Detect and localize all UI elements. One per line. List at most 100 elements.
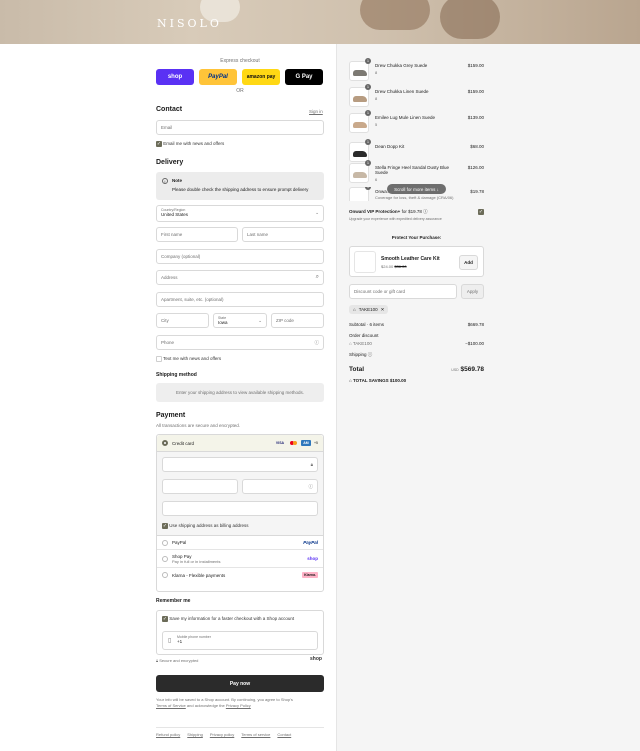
phone-field[interactable]: Phone ⓘ bbox=[156, 335, 324, 350]
privacy-policy-link[interactable]: Privacy policy bbox=[210, 732, 234, 737]
remember-me-box: ✓ Save my information for a faster check… bbox=[156, 610, 324, 655]
cart-item: 1 Drew Chukka Linen Suede 8 $159.00 bbox=[349, 84, 484, 107]
terms-link[interactable]: Terms of Service bbox=[156, 703, 186, 708]
protection-price: for $19.78 bbox=[401, 209, 422, 214]
paypal-radio[interactable] bbox=[162, 539, 168, 546]
paypal-option[interactable]: PayPal PayPal bbox=[157, 536, 323, 550]
last-name-field[interactable]: Last name bbox=[242, 227, 324, 242]
delivery-note: i Note Please double check the shipping … bbox=[156, 172, 324, 200]
quantity-badge: 1 bbox=[365, 160, 371, 166]
product-price: $159.00 bbox=[467, 89, 484, 94]
news-checkbox-row[interactable]: ✓ Email me with news and offers bbox=[156, 141, 224, 147]
privacy-link[interactable]: Privacy Policy bbox=[226, 703, 251, 708]
mobile-phone-field[interactable]: ▯ Mobile phone number +1 bbox=[162, 631, 318, 650]
upsell-add-button[interactable]: Add bbox=[459, 255, 478, 270]
hero-banner: NISOLO bbox=[0, 0, 640, 44]
help-icon[interactable]: ⓘ bbox=[309, 484, 314, 490]
mastercard-icon bbox=[288, 440, 298, 446]
text-checkbox[interactable] bbox=[156, 356, 162, 362]
credit-card-option[interactable]: Credit card VISA AM +5 bbox=[157, 435, 323, 452]
google-pay-button[interactable]: G Pay bbox=[285, 69, 323, 85]
billing-checkbox[interactable]: ✓ bbox=[162, 523, 168, 529]
shop-pay-radio[interactable] bbox=[162, 555, 168, 562]
note-title: Note bbox=[172, 178, 182, 183]
info-icon[interactable]: ⓘ bbox=[423, 209, 428, 214]
text-checkbox-row[interactable]: Text me with news and offers bbox=[156, 356, 221, 362]
discount-code-field[interactable]: Discount code or gift card bbox=[349, 284, 457, 299]
card-number-field[interactable]: 🔒︎ bbox=[162, 457, 318, 472]
credit-card-radio[interactable] bbox=[162, 440, 168, 446]
klarna-logo: Klarna. bbox=[302, 572, 318, 578]
address-field[interactable]: Address ⌕ bbox=[156, 270, 324, 285]
product-image bbox=[353, 151, 367, 157]
tag-icon: ⌂ bbox=[353, 307, 356, 312]
paypal-button[interactable]: PayPal bbox=[199, 69, 237, 85]
order-discount-row: Order discount bbox=[349, 333, 379, 338]
klarna-label: Klarna - Flexible payments bbox=[172, 572, 226, 578]
product-image-placeholder bbox=[354, 251, 376, 273]
email-field[interactable]: Email bbox=[156, 120, 324, 135]
scroll-more-pill[interactable]: Scroll for more items ↓ bbox=[387, 184, 446, 194]
credit-card-form: 🔒︎ ⓘ ✓ Use shipping address as billing a… bbox=[157, 452, 323, 536]
save-info-checkbox[interactable]: ✓ bbox=[162, 616, 168, 622]
protection-checkbox[interactable]: ✓ bbox=[478, 209, 484, 215]
contact-link[interactable]: Contact bbox=[277, 732, 291, 737]
paypal-logo: PayPal bbox=[303, 540, 318, 545]
payment-heading: Payment bbox=[156, 412, 186, 419]
save-info-checkbox-row[interactable]: ✓ Save my information for a faster check… bbox=[162, 616, 294, 622]
help-icon[interactable]: ⓘ bbox=[368, 352, 373, 357]
shop-pay-option[interactable]: Shop Pay Pay in full or in installments … bbox=[157, 550, 323, 568]
close-icon[interactable]: ✕ bbox=[381, 307, 385, 313]
remember-me-heading: Remember me bbox=[156, 598, 191, 604]
refund-policy-link[interactable]: Refund policy bbox=[156, 732, 180, 737]
terms-of-service-link[interactable]: Terms of service bbox=[241, 732, 270, 737]
city-field[interactable]: City bbox=[156, 313, 209, 328]
shipping-method-placeholder: Enter your shipping address to view avai… bbox=[156, 383, 324, 402]
upsell-card: Smooth Leather Care Kit $24.00 $36.00 Ad… bbox=[349, 246, 484, 277]
product-variant: 8 bbox=[375, 96, 378, 101]
shop-logo: shop bbox=[307, 556, 318, 561]
info-icon: i bbox=[162, 178, 168, 184]
payment-subtitle: All transactions are secure and encrypte… bbox=[156, 423, 241, 428]
shop-pay-button[interactable]: shop bbox=[156, 69, 194, 85]
klarna-option[interactable]: Klarna - Flexible payments Klarna. bbox=[157, 568, 323, 582]
product-variant: 8 bbox=[375, 70, 378, 75]
expiration-date-field[interactable] bbox=[162, 479, 238, 494]
product-thumbnail bbox=[349, 113, 369, 133]
cart-item: 1 Emilee Lug Mule Linen Suede 5 $139.00 bbox=[349, 110, 484, 133]
state-select[interactable]: State Iowa ⌄ bbox=[213, 313, 267, 328]
protection-description: Upgrade your experience with expedited d… bbox=[349, 217, 442, 221]
footer-links: Refund policy Shipping Privacy policy Te… bbox=[156, 727, 324, 737]
chevron-down-icon: ⌄ bbox=[258, 318, 262, 323]
product-image bbox=[353, 70, 367, 76]
product-name: Dean Dopp Kit bbox=[375, 144, 405, 149]
zip-field[interactable]: ZIP code bbox=[271, 313, 324, 328]
sign-in-link[interactable]: Sign in bbox=[309, 109, 323, 114]
amex-icon: AM bbox=[301, 440, 311, 446]
help-icon[interactable]: ⓘ bbox=[315, 340, 320, 346]
product-price: $139.00 bbox=[467, 115, 484, 120]
pay-now-button[interactable]: Pay now bbox=[156, 675, 324, 692]
product-variant: 5 bbox=[375, 122, 378, 127]
express-checkout: Express checkout shop PayPal amazon pay … bbox=[156, 58, 324, 94]
subtotal-row: Subtotal · 6 items $669.78 bbox=[349, 322, 484, 327]
news-checkbox[interactable]: ✓ bbox=[156, 141, 162, 147]
amazon-pay-button[interactable]: amazon pay bbox=[242, 69, 280, 85]
or-divider: OR bbox=[236, 88, 244, 94]
protection-title: Onward VIP Protection+ bbox=[349, 209, 401, 214]
shipping-link[interactable]: Shipping bbox=[187, 732, 203, 737]
klarna-radio[interactable] bbox=[162, 572, 168, 578]
apartment-field[interactable]: Apartment, suite, etc. (optional) bbox=[156, 292, 324, 307]
country-select[interactable]: Country/Region United States ⌄ bbox=[156, 205, 324, 222]
first-name-field[interactable]: First name bbox=[156, 227, 238, 242]
credit-card-label: Credit card bbox=[172, 440, 195, 446]
name-on-card-field[interactable] bbox=[162, 501, 318, 516]
contact-heading: Contact bbox=[156, 106, 183, 113]
apply-button[interactable]: Apply bbox=[461, 284, 484, 299]
billing-checkbox-row[interactable]: ✓ Use shipping address as billing addres… bbox=[162, 523, 249, 529]
payment-methods: Credit card VISA AM +5 🔒︎ ⓘ ✓ Use shippi… bbox=[156, 434, 324, 592]
brand-logo[interactable]: NISOLO bbox=[157, 17, 222, 30]
security-code-field[interactable]: ⓘ bbox=[242, 479, 318, 494]
company-field[interactable]: Company (optional) bbox=[156, 249, 324, 264]
shipping-row: Shipping ⓘ bbox=[349, 352, 373, 357]
